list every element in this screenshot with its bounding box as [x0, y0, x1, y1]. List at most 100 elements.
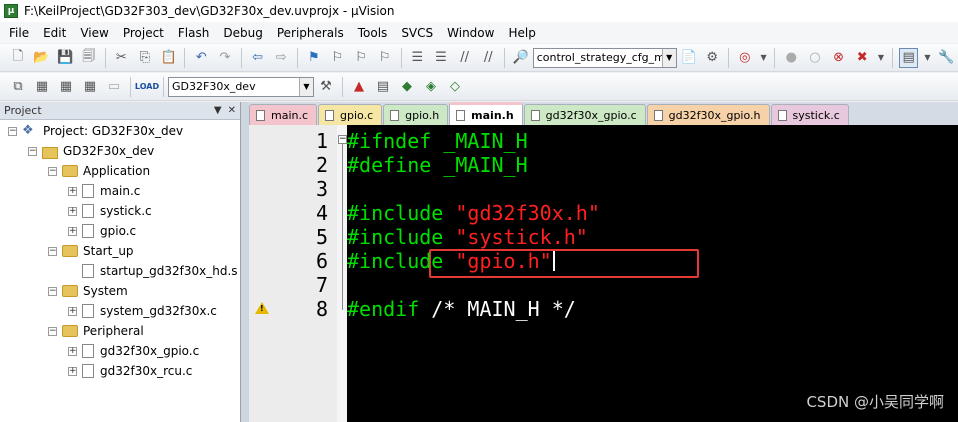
tree-item[interactable]: − Peripheral	[48, 321, 144, 341]
copy-icon[interactable]: ⎘	[135, 48, 155, 68]
tree-item[interactable]: startup_gd32f30x_hd.s	[68, 261, 238, 281]
collapse-icon[interactable]: −	[48, 166, 57, 176]
new-file-icon[interactable]: 🗋	[8, 48, 28, 68]
translate-icon[interactable]: ⧉	[8, 77, 28, 97]
tree-item[interactable]: − GD32F30x_dev	[28, 141, 154, 161]
expand-icon[interactable]: +	[68, 186, 77, 196]
expand-icon[interactable]: +	[68, 226, 77, 236]
code-line[interactable]: #endif /* MAIN_H */	[347, 297, 576, 321]
open-file-icon[interactable]: 📂	[32, 48, 52, 68]
tree-item[interactable]: + systick.c	[68, 201, 152, 221]
code-line[interactable]: #include "systick.h"	[347, 225, 588, 249]
save-icon[interactable]: 💾	[55, 48, 75, 68]
rte-icon[interactable]: ◇	[445, 77, 465, 97]
download-icon[interactable]: LOAD	[135, 77, 159, 97]
menu-view[interactable]: View	[73, 26, 115, 40]
menu-edit[interactable]: Edit	[36, 26, 73, 40]
file-extensions-icon[interactable]: ▤	[373, 77, 393, 97]
tab-gd32f30x_gpio-c[interactable]: gd32f30x_gpio.c	[523, 104, 646, 125]
breakpoint-icon[interactable]: ●	[781, 48, 801, 68]
window-layout-icon[interactable]: ▤	[898, 47, 919, 68]
target-combo[interactable]: GD32F30x_dev ▼	[168, 76, 314, 97]
code-line[interactable]: #ifndef _MAIN_H	[347, 129, 528, 153]
tree-item[interactable]: − ❖ Project: GD32F30x_dev	[8, 121, 183, 141]
expand-icon[interactable]: +	[68, 346, 77, 356]
tree-item[interactable]: + main.c	[68, 181, 140, 201]
tree-item[interactable]: + system_gd32f30x.c	[68, 301, 217, 321]
save-all-icon[interactable]: 🗐	[79, 48, 99, 68]
tree-item[interactable]: − Start_up	[48, 241, 134, 261]
code-line[interactable]: #define _MAIN_H	[347, 153, 528, 177]
panel-splitter[interactable]	[241, 102, 249, 422]
bookmark-icon[interactable]: ⚑	[304, 48, 324, 68]
tree-item[interactable]: − Application	[48, 161, 150, 181]
nav-forward-icon[interactable]: ⇨	[271, 48, 291, 68]
collapse-icon[interactable]: −	[48, 326, 57, 336]
menu-file[interactable]: File	[2, 26, 36, 40]
collapse-icon[interactable]: −	[48, 286, 57, 296]
build-icon[interactable]: ▦	[32, 77, 52, 97]
menu-flash[interactable]: Flash	[171, 26, 216, 40]
expand-icon[interactable]: +	[68, 366, 77, 376]
target-options-icon[interactable]: ⚒	[316, 77, 336, 97]
menu-tools[interactable]: Tools	[351, 26, 395, 40]
nav-back-icon[interactable]: ⇦	[248, 48, 268, 68]
chevron-down-icon[interactable]: ▼	[759, 48, 769, 68]
breakpoint-kill-icon[interactable]: ✖	[852, 48, 872, 68]
breakpoint-disable-icon[interactable]: ○	[805, 48, 825, 68]
indent-icon[interactable]: ☰	[408, 48, 428, 68]
menu-project[interactable]: Project	[116, 26, 171, 40]
code-line[interactable]: #include "gpio.h"	[347, 249, 555, 273]
tab-gpio-h[interactable]: gpio.h	[383, 104, 449, 125]
comment-icon[interactable]: //	[455, 48, 475, 68]
tab-systick-c[interactable]: systick.c	[770, 104, 849, 125]
incremental-find-icon[interactable]: 📄	[679, 48, 699, 68]
manage-components-icon[interactable]: ▲	[349, 77, 369, 97]
expand-icon[interactable]: +	[68, 306, 77, 316]
rebuild-icon[interactable]: ▦	[56, 77, 76, 97]
chevron-down-icon[interactable]: ▼	[876, 48, 886, 68]
collapse-icon[interactable]: −	[28, 146, 37, 156]
tab-gpio-c[interactable]: gpio.c	[318, 104, 383, 125]
tools-icon[interactable]: 🔧	[936, 48, 956, 68]
undo-icon[interactable]: ↶	[191, 48, 211, 68]
tree-item[interactable]: + gd32f30x_rcu.c	[68, 361, 192, 381]
close-icon[interactable]: ✕	[228, 105, 236, 116]
menu-svcs[interactable]: SVCS	[394, 26, 440, 40]
select-packs-icon[interactable]: ◆	[397, 77, 417, 97]
next-bookmark-icon[interactable]: ⚐	[351, 48, 371, 68]
pin-icon[interactable]: ▼	[214, 105, 222, 116]
chevron-down-icon[interactable]: ▼	[299, 77, 313, 96]
menu-window[interactable]: Window	[440, 26, 501, 40]
tree-item[interactable]: + gpio.c	[68, 221, 136, 241]
uncomment-icon[interactable]: //	[478, 48, 498, 68]
paste-icon[interactable]: 📋	[159, 48, 179, 68]
debug-start-icon[interactable]: ◎	[735, 48, 755, 68]
menu-debug[interactable]: Debug	[216, 26, 269, 40]
batch-build-icon[interactable]: ▦	[80, 77, 100, 97]
breakpoint-clear-icon[interactable]: ⊗	[829, 48, 849, 68]
find-combo[interactable]: control_strategy_cfg_m_c ▼	[532, 47, 677, 68]
find-in-files-icon[interactable]: 🔎	[511, 48, 531, 68]
stop-build-icon[interactable]: ▭	[104, 77, 124, 97]
config-icon[interactable]: ⚙	[702, 48, 722, 68]
expand-icon[interactable]: +	[68, 206, 77, 216]
chevron-down-icon[interactable]: ▼	[922, 48, 932, 68]
tree-item[interactable]: + gd32f30x_gpio.c	[68, 341, 199, 361]
clear-bookmarks-icon[interactable]: ⚐	[375, 48, 395, 68]
code-area[interactable]: #ifndef _MAIN_H #define _MAIN_H #include "…	[347, 125, 958, 422]
code-line[interactable]: #include "gd32f30x.h"	[347, 201, 600, 225]
collapse-icon[interactable]: −	[8, 126, 17, 136]
tree-item[interactable]: − System	[48, 281, 128, 301]
collapse-icon[interactable]: −	[48, 246, 57, 256]
chevron-down-icon[interactable]: ▼	[661, 48, 676, 67]
unindent-icon[interactable]: ☰	[431, 48, 451, 68]
pack-installer-icon[interactable]: ◈	[421, 77, 441, 97]
cut-icon[interactable]: ✂	[112, 48, 132, 68]
menu-help[interactable]: Help	[501, 26, 542, 40]
redo-icon[interactable]: ↷	[215, 48, 235, 68]
tab-main-c[interactable]: main.c	[249, 104, 318, 125]
tab-gd32f30x_gpio-h[interactable]: gd32f30x_gpio.h	[646, 104, 770, 125]
tab-main-h[interactable]: main.h	[449, 102, 523, 125]
menu-peripherals[interactable]: Peripherals	[270, 26, 351, 40]
